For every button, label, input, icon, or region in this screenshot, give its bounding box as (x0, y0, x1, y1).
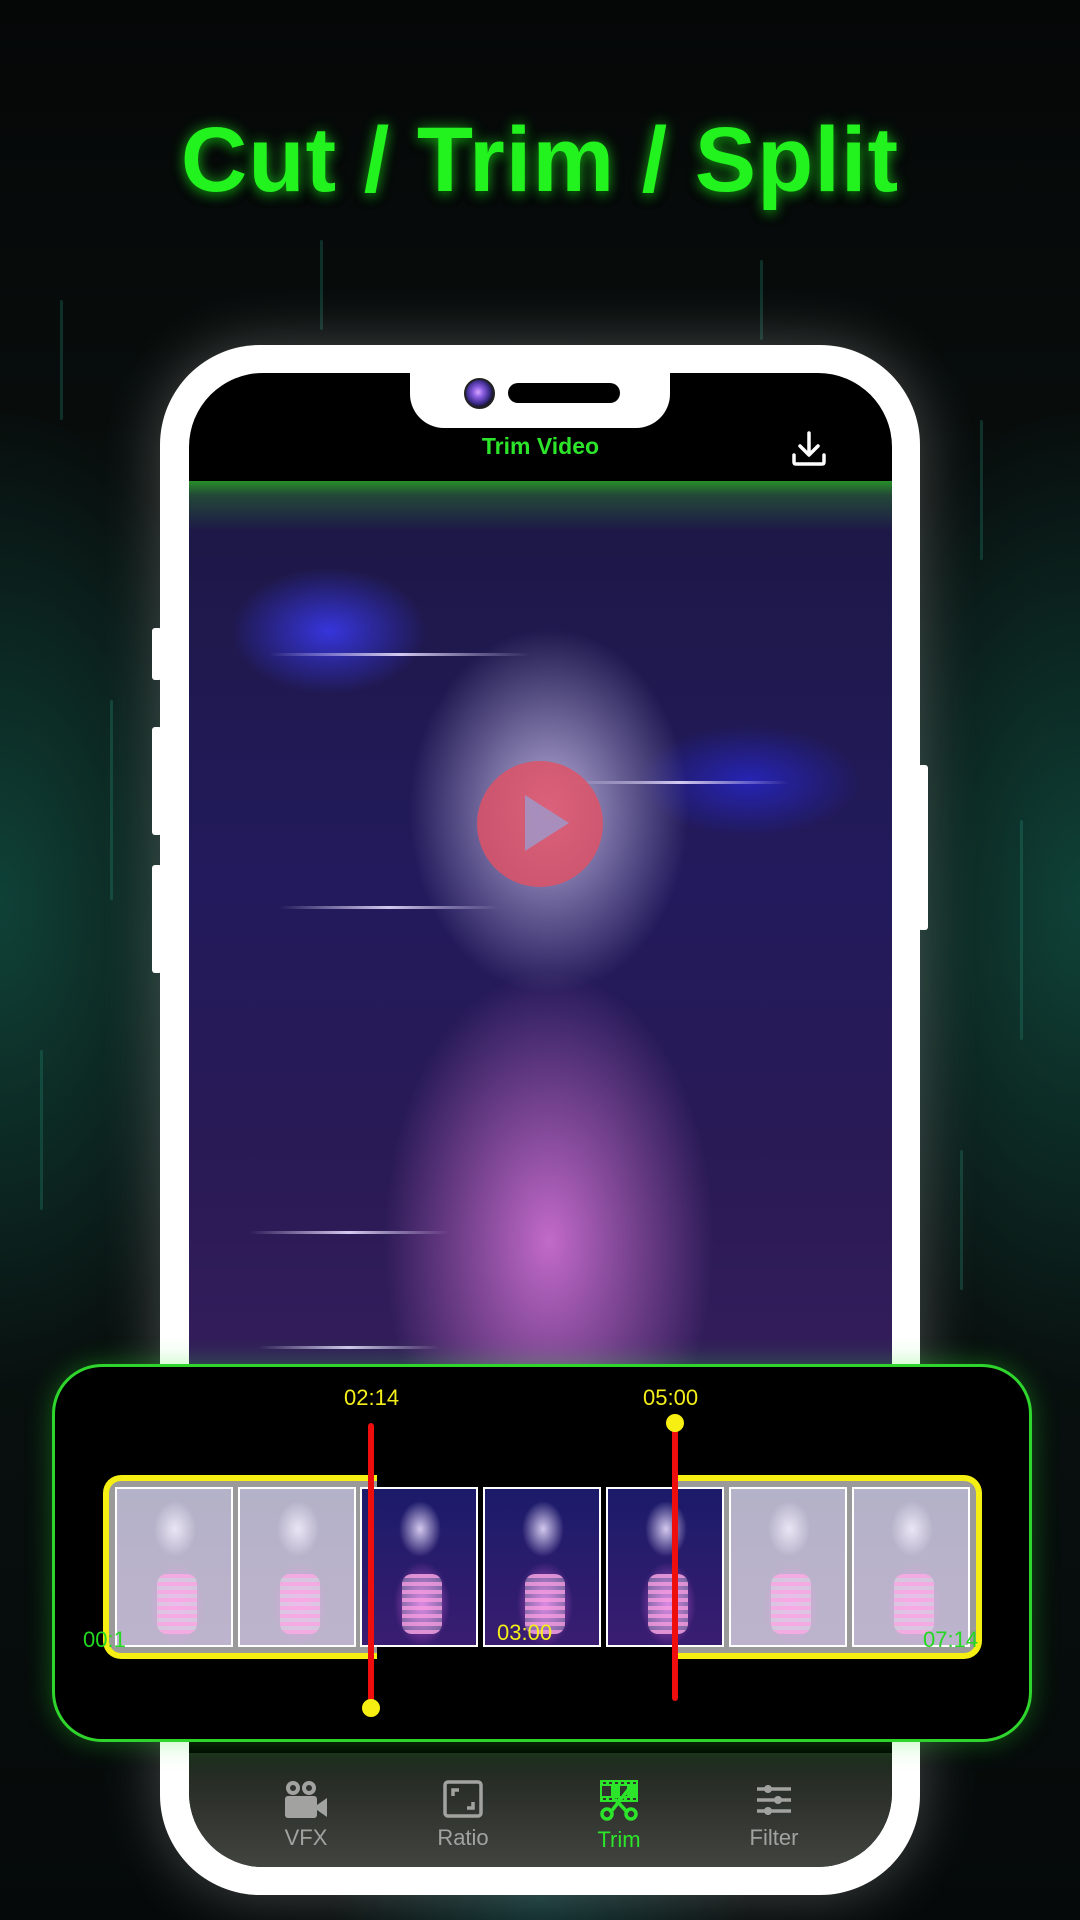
bg-streak (1020, 820, 1023, 1040)
video-preview[interactable] (189, 481, 892, 1481)
play-icon (525, 795, 569, 851)
nav-label: VFX (284, 1825, 328, 1850)
download-icon (792, 431, 826, 466)
phone-side-button (152, 865, 162, 973)
nav-item-trim[interactable]: Trim (564, 1779, 674, 1853)
hero-title: Cut / Trim / Split (180, 109, 900, 211)
selection-start-time: 02:14 (344, 1385, 400, 1410)
app-title: Trim Video (481, 433, 600, 459)
trim-timeline-panel: 02:14 05:00 00:1 03:00 07:14 (52, 1364, 1032, 1742)
video-camera-icon (285, 1781, 327, 1818)
timeline-thumbnail (852, 1487, 970, 1647)
nav-item-ratio[interactable]: Ratio (408, 1779, 518, 1851)
timeline-thumbnail (115, 1487, 233, 1647)
bg-streak (760, 260, 763, 340)
nav-item-filter[interactable]: Filter (719, 1779, 829, 1851)
timeline-start-time: 00:1 (83, 1627, 126, 1652)
bg-streak (60, 300, 63, 420)
nav-item-vfx[interactable]: VFX (251, 1779, 361, 1851)
trim-scissors-icon (600, 1780, 638, 1821)
bg-streak (40, 1050, 43, 1210)
phone-notch (410, 373, 670, 428)
download-button[interactable] (789, 429, 829, 469)
timeline-thumbnail (606, 1487, 724, 1647)
glitch-line (259, 1346, 439, 1349)
start-cut-handle[interactable] (362, 1699, 380, 1717)
end-cut-handle[interactable] (666, 1414, 684, 1432)
glitch-line (269, 653, 529, 656)
selection-end-time: 05:00 (643, 1385, 699, 1410)
end-cut-marker[interactable] (672, 1423, 678, 1701)
speaker-grille (508, 383, 620, 403)
nav-label: Trim (597, 1827, 641, 1852)
bg-streak (960, 1150, 963, 1290)
nav-label: Ratio (437, 1825, 489, 1850)
timeline-thumbnail (238, 1487, 356, 1647)
phone-side-button (152, 727, 162, 835)
timeline-thumbnail (360, 1487, 478, 1647)
glitch-line (249, 1231, 449, 1234)
bg-streak (980, 420, 983, 560)
timeline-thumbnail (729, 1487, 847, 1647)
start-cut-marker[interactable] (368, 1423, 374, 1707)
sliders-icon (757, 1785, 791, 1815)
phone-side-button (918, 765, 928, 930)
bottom-nav: VFX Ratio Trim Filter (189, 1753, 892, 1867)
phone-side-button (152, 628, 162, 680)
bg-streak (110, 700, 113, 900)
bg-streak (320, 240, 323, 330)
nav-label: Filter (749, 1825, 799, 1850)
play-button[interactable] (477, 761, 603, 887)
glitch-line (279, 906, 499, 909)
aspect-ratio-icon (443, 1780, 483, 1818)
selection-duration: 03:00 (497, 1620, 553, 1645)
glitch-line (569, 781, 789, 784)
camera-icon (464, 378, 495, 409)
timeline-end-time: 07:14 (923, 1627, 979, 1652)
